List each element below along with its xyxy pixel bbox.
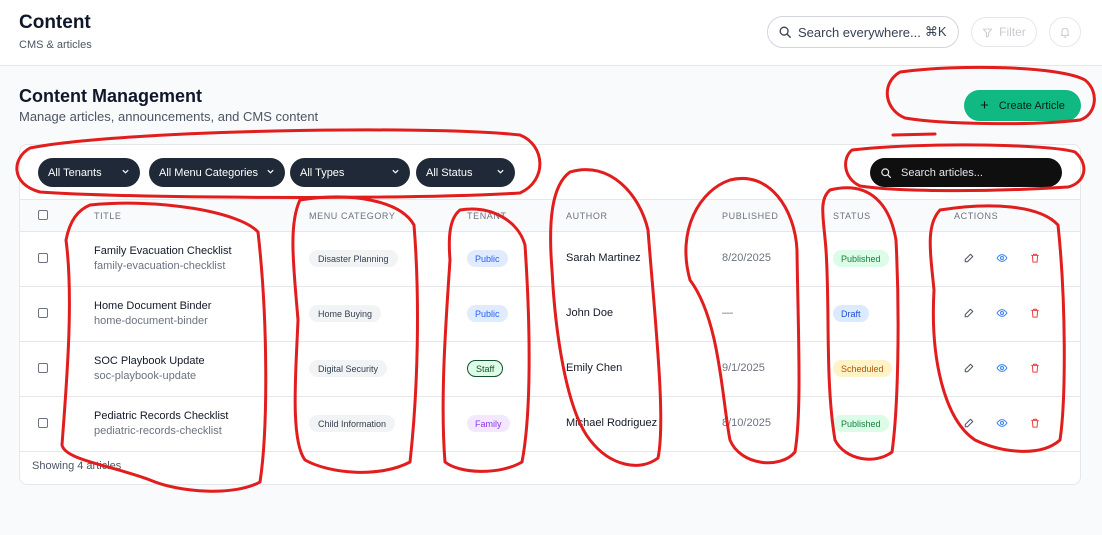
category-badge: Child Information bbox=[309, 415, 396, 432]
chevron-down-icon bbox=[122, 169, 129, 174]
category-badge: Home Buying bbox=[309, 305, 382, 322]
column-header-status[interactable]: STATUS bbox=[833, 211, 871, 221]
article-slug: soc-playbook-update bbox=[94, 370, 197, 382]
row-checkbox[interactable] bbox=[38, 418, 48, 428]
main-content: Content Management Manage articles, anno… bbox=[0, 66, 1102, 535]
tenant-filter-value: All Tenants bbox=[48, 166, 102, 179]
edit-icon[interactable] bbox=[963, 362, 975, 374]
article-author: Emily Chen bbox=[566, 362, 623, 374]
eye-icon[interactable] bbox=[996, 362, 1008, 374]
column-header-tenant[interactable]: TENANT bbox=[467, 211, 507, 221]
status-badge: Published bbox=[833, 415, 889, 432]
filter-icon bbox=[983, 28, 993, 37]
article-title[interactable]: Family Evacuation Checklist bbox=[94, 245, 232, 257]
status-badge: Draft bbox=[833, 305, 869, 322]
trash-icon[interactable] bbox=[1029, 252, 1041, 264]
edit-icon[interactable] bbox=[963, 417, 975, 429]
status-filter-value: All Status bbox=[426, 166, 473, 179]
trash-icon[interactable] bbox=[1029, 307, 1041, 319]
filter-label: Filter bbox=[999, 25, 1026, 39]
select-all-checkbox[interactable] bbox=[38, 210, 48, 220]
column-header-title[interactable]: TITLE bbox=[94, 211, 122, 221]
chevron-down-icon bbox=[267, 169, 274, 174]
global-search-placeholder: Search everywhere... bbox=[798, 24, 921, 40]
search-shortcut: ⌘K bbox=[924, 24, 947, 39]
column-header-published[interactable]: PUBLISHED bbox=[722, 211, 778, 221]
table-row[interactable]: Home Document Binder home-document-binde… bbox=[20, 287, 1080, 342]
status-badge: Published bbox=[833, 250, 889, 267]
article-title[interactable]: Pediatric Records Checklist bbox=[94, 410, 229, 422]
tenant-badge: Public bbox=[467, 250, 508, 267]
search-icon bbox=[779, 26, 791, 38]
trash-icon[interactable] bbox=[1029, 362, 1041, 374]
category-badge: Digital Security bbox=[309, 360, 388, 377]
page-description: Manage articles, announcements, and CMS … bbox=[19, 109, 319, 124]
global-search-input[interactable]: Search everywhere... ⌘K bbox=[767, 16, 959, 48]
article-search-placeholder: Search articles... bbox=[901, 166, 983, 179]
status-badge: Scheduled bbox=[833, 360, 892, 377]
tenant-badge: Family bbox=[467, 415, 510, 432]
eye-icon[interactable] bbox=[996, 417, 1008, 429]
table-row[interactable]: Pediatric Records Checklist pediatric-re… bbox=[20, 397, 1080, 452]
create-article-label: Create Article bbox=[998, 99, 1065, 112]
create-article-button[interactable]: + Create Article bbox=[964, 90, 1081, 121]
top-bar: Content CMS & articles Search everywhere… bbox=[0, 0, 1102, 66]
published-date: — bbox=[722, 307, 733, 319]
article-author: Michael Rodriguez bbox=[566, 417, 658, 429]
article-slug: home-document-binder bbox=[94, 315, 208, 327]
category-badge: Disaster Planning bbox=[309, 250, 398, 267]
filter-button[interactable]: Filter bbox=[971, 17, 1037, 47]
article-title[interactable]: Home Document Binder bbox=[94, 300, 211, 312]
tenant-filter-dropdown[interactable]: All Tenants bbox=[38, 158, 140, 187]
eye-icon[interactable] bbox=[996, 307, 1008, 319]
search-icon bbox=[881, 167, 892, 178]
article-search-input[interactable]: Search articles... bbox=[870, 158, 1062, 187]
tenant-badge: Public bbox=[467, 305, 508, 322]
filter-bar: All Tenants All Menu Categories All Type… bbox=[20, 145, 1080, 200]
article-slug: family-evacuation-checklist bbox=[94, 260, 226, 272]
chevron-down-icon bbox=[392, 169, 399, 174]
table-row[interactable]: SOC Playbook Update soc-playbook-update … bbox=[20, 342, 1080, 397]
row-checkbox[interactable] bbox=[38, 308, 48, 318]
notifications-button[interactable] bbox=[1049, 17, 1081, 47]
table-row[interactable]: Family Evacuation Checklist family-evacu… bbox=[20, 232, 1080, 287]
published-date: 9/1/2025 bbox=[722, 362, 765, 374]
column-header-author[interactable]: AUTHOR bbox=[566, 211, 608, 221]
type-filter-value: All Types bbox=[300, 166, 345, 179]
articles-card: All Tenants All Menu Categories All Type… bbox=[19, 144, 1081, 485]
type-filter-dropdown[interactable]: All Types bbox=[290, 158, 410, 187]
published-date: 8/10/2025 bbox=[722, 417, 771, 429]
bell-icon bbox=[1060, 27, 1070, 38]
menu-category-filter-dropdown[interactable]: All Menu Categories bbox=[149, 158, 285, 187]
column-header-actions: ACTIONS bbox=[954, 211, 999, 221]
published-date: 8/20/2025 bbox=[722, 252, 771, 264]
column-header-menu-category[interactable]: MENU CATEGORY bbox=[309, 211, 395, 221]
app-subtitle: CMS & articles bbox=[19, 39, 92, 51]
chevron-down-icon bbox=[497, 169, 504, 174]
trash-icon[interactable] bbox=[1029, 417, 1041, 429]
plus-icon: + bbox=[980, 97, 989, 114]
page-title: Content Management bbox=[19, 86, 203, 106]
article-author: Sarah Martinez bbox=[566, 252, 641, 264]
article-slug: pediatric-records-checklist bbox=[94, 425, 222, 437]
eye-icon[interactable] bbox=[996, 252, 1008, 264]
edit-icon[interactable] bbox=[963, 307, 975, 319]
menu-category-filter-value: All Menu Categories bbox=[159, 166, 259, 179]
row-checkbox[interactable] bbox=[38, 363, 48, 373]
table-footer-count: Showing 4 articles bbox=[32, 460, 122, 472]
app-title: Content bbox=[19, 12, 91, 33]
edit-icon[interactable] bbox=[963, 252, 975, 264]
status-filter-dropdown[interactable]: All Status bbox=[416, 158, 515, 187]
article-author: John Doe bbox=[566, 307, 614, 319]
tenant-badge: Staff bbox=[467, 360, 504, 377]
article-title[interactable]: SOC Playbook Update bbox=[94, 355, 205, 367]
table-header: TITLE MENU CATEGORY TENANT AUTHOR PUBLIS… bbox=[20, 200, 1080, 232]
row-checkbox[interactable] bbox=[38, 253, 48, 263]
